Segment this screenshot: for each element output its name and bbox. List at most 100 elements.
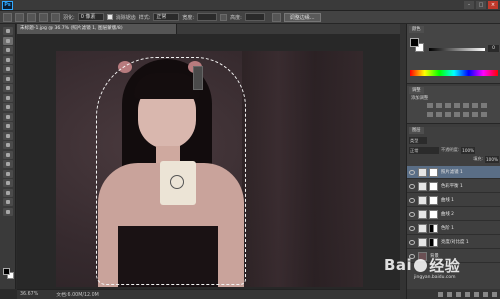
threshold-icon[interactable] [481,112,487,117]
layer-row[interactable]: 色彩平衡 1 [407,180,500,193]
color-spectrum[interactable] [410,70,498,76]
invert-icon[interactable] [463,112,469,117]
clone-stamp-tool-icon[interactable] [2,103,13,111]
brush-tool-icon[interactable] [2,93,13,102]
subtract-selection-icon[interactable] [39,12,48,22]
eyedropper-tool-icon[interactable] [2,74,13,83]
curves-icon[interactable] [445,103,451,108]
channel-mixer-icon[interactable] [445,112,451,117]
visibility-eye-icon[interactable] [409,183,415,189]
layer-mask-thumbnail[interactable] [429,195,438,205]
add-selection-icon[interactable] [27,12,36,22]
layer-row[interactable]: 曲线 1 [407,194,500,207]
brush-icon[interactable] [271,12,281,22]
black-white-icon[interactable] [427,112,433,117]
fill-field[interactable]: 100% [485,155,499,163]
new-selection-icon[interactable] [15,12,24,22]
watermark-text-left: Bai [384,256,413,274]
feather-field[interactable]: 0 像素 [77,13,104,21]
minimize-button[interactable]: – [464,1,474,9]
new-layer-icon[interactable] [483,291,488,297]
layer-name: 曲线 1 [441,198,454,203]
color-lookup-icon[interactable] [454,112,460,117]
foreground-color-swatch[interactable] [410,38,419,47]
layer-kind-filter[interactable]: 类型 [409,136,427,144]
width-field[interactable] [197,13,218,21]
gradient-tool-icon[interactable] [2,131,13,140]
height-field[interactable] [244,13,265,21]
visibility-eye-icon[interactable] [409,211,415,217]
layers-bottom-bar [407,289,500,299]
color-slider[interactable] [429,48,485,51]
style-select[interactable]: 正常 [153,13,180,21]
marquee-tool-icon[interactable] [3,12,12,22]
layer-mask-thumbnail[interactable] [429,167,438,177]
layer-row[interactable]: 亮度/对比度 1 [407,236,500,249]
blend-mode-select[interactable]: 正常 [409,146,439,154]
opacity-field[interactable]: 100% [461,146,476,154]
pen-tool-icon[interactable] [2,160,13,168]
folder-icon[interactable] [474,291,479,297]
trash-icon[interactable] [492,291,497,297]
color-balance-icon[interactable] [481,103,487,108]
link-icon[interactable] [438,291,443,297]
layer-name: 曲线 2 [441,212,454,217]
mask-icon[interactable] [456,291,461,297]
layer-row[interactable]: 色阶 1 [407,222,500,235]
crop-tool-icon[interactable] [2,65,13,73]
zoom-tool-icon[interactable] [2,207,13,216]
eraser-tool-icon[interactable] [2,122,13,130]
layer-mask-thumbnail[interactable] [429,181,438,191]
intersect-selection-icon[interactable] [51,12,60,22]
watermark-text-right: 经验 [429,256,461,275]
fx-icon[interactable] [447,291,452,297]
healing-tool-icon[interactable] [2,84,13,92]
marquee-tool-icon[interactable] [2,36,13,45]
zoom-level[interactable]: 36.67% [20,292,38,297]
tab-adjustments[interactable]: 调整 [409,87,424,94]
antialias-checkbox[interactable] [106,14,113,20]
vibrance-icon[interactable] [463,103,469,108]
layer-mask-thumbnail[interactable] [429,237,438,247]
type-tool-icon[interactable] [2,169,13,178]
swap-dimensions-icon[interactable] [220,13,228,21]
color-value-field[interactable]: 0 [488,45,499,52]
tab-layers[interactable]: 图层 [409,127,424,134]
layer-row[interactable]: 曲线 2 [407,208,500,221]
floating-panel-chip[interactable] [193,66,203,90]
photo-filter-icon[interactable] [436,112,442,117]
canvas-area[interactable] [17,34,400,289]
layer-mask-thumbnail[interactable] [429,223,438,233]
blur-tool-icon[interactable] [2,141,13,149]
foreground-color-swatch[interactable] [3,268,10,275]
refine-edge-button[interactable]: 调整边缘... [283,12,321,22]
tab-color[interactable]: 颜色 [409,26,424,33]
levels-icon[interactable] [436,103,442,108]
document-image[interactable] [56,51,363,287]
visibility-eye-icon[interactable] [409,225,415,231]
lasso-tool-icon[interactable] [2,46,13,54]
brightness-icon[interactable] [427,103,433,108]
adjustment-icon[interactable] [465,291,470,297]
path-select-tool-icon[interactable] [2,179,13,187]
visibility-eye-icon[interactable] [409,239,415,245]
document-tab[interactable]: 未标题-1.jpg @ 36.7% (照片滤镜 1, 图层蒙版/8) [17,24,177,34]
visibility-eye-icon[interactable] [409,197,415,203]
history-brush-tool-icon[interactable] [2,112,13,121]
quick-select-tool-icon[interactable] [2,55,13,64]
layer-mask-thumbnail[interactable] [429,209,438,219]
adjustments-panel: 调整 添加调整 [407,86,500,124]
hand-tool-icon[interactable] [2,198,13,206]
adjustment-layer-thumbnail [418,209,427,219]
visibility-eye-icon[interactable] [409,169,415,175]
shape-tool-icon[interactable] [2,188,13,197]
dodge-tool-icon[interactable] [2,150,13,159]
exposure-icon[interactable] [454,103,460,108]
maximize-button[interactable]: □ [476,1,486,9]
posterize-icon[interactable] [472,112,478,117]
move-tool-icon[interactable] [2,27,13,35]
baidu-paw-icon [414,258,428,272]
hue-saturation-icon[interactable] [472,103,478,108]
layer-row[interactable]: 照片滤镜 1 [407,166,500,179]
close-button[interactable]: × [488,1,498,9]
